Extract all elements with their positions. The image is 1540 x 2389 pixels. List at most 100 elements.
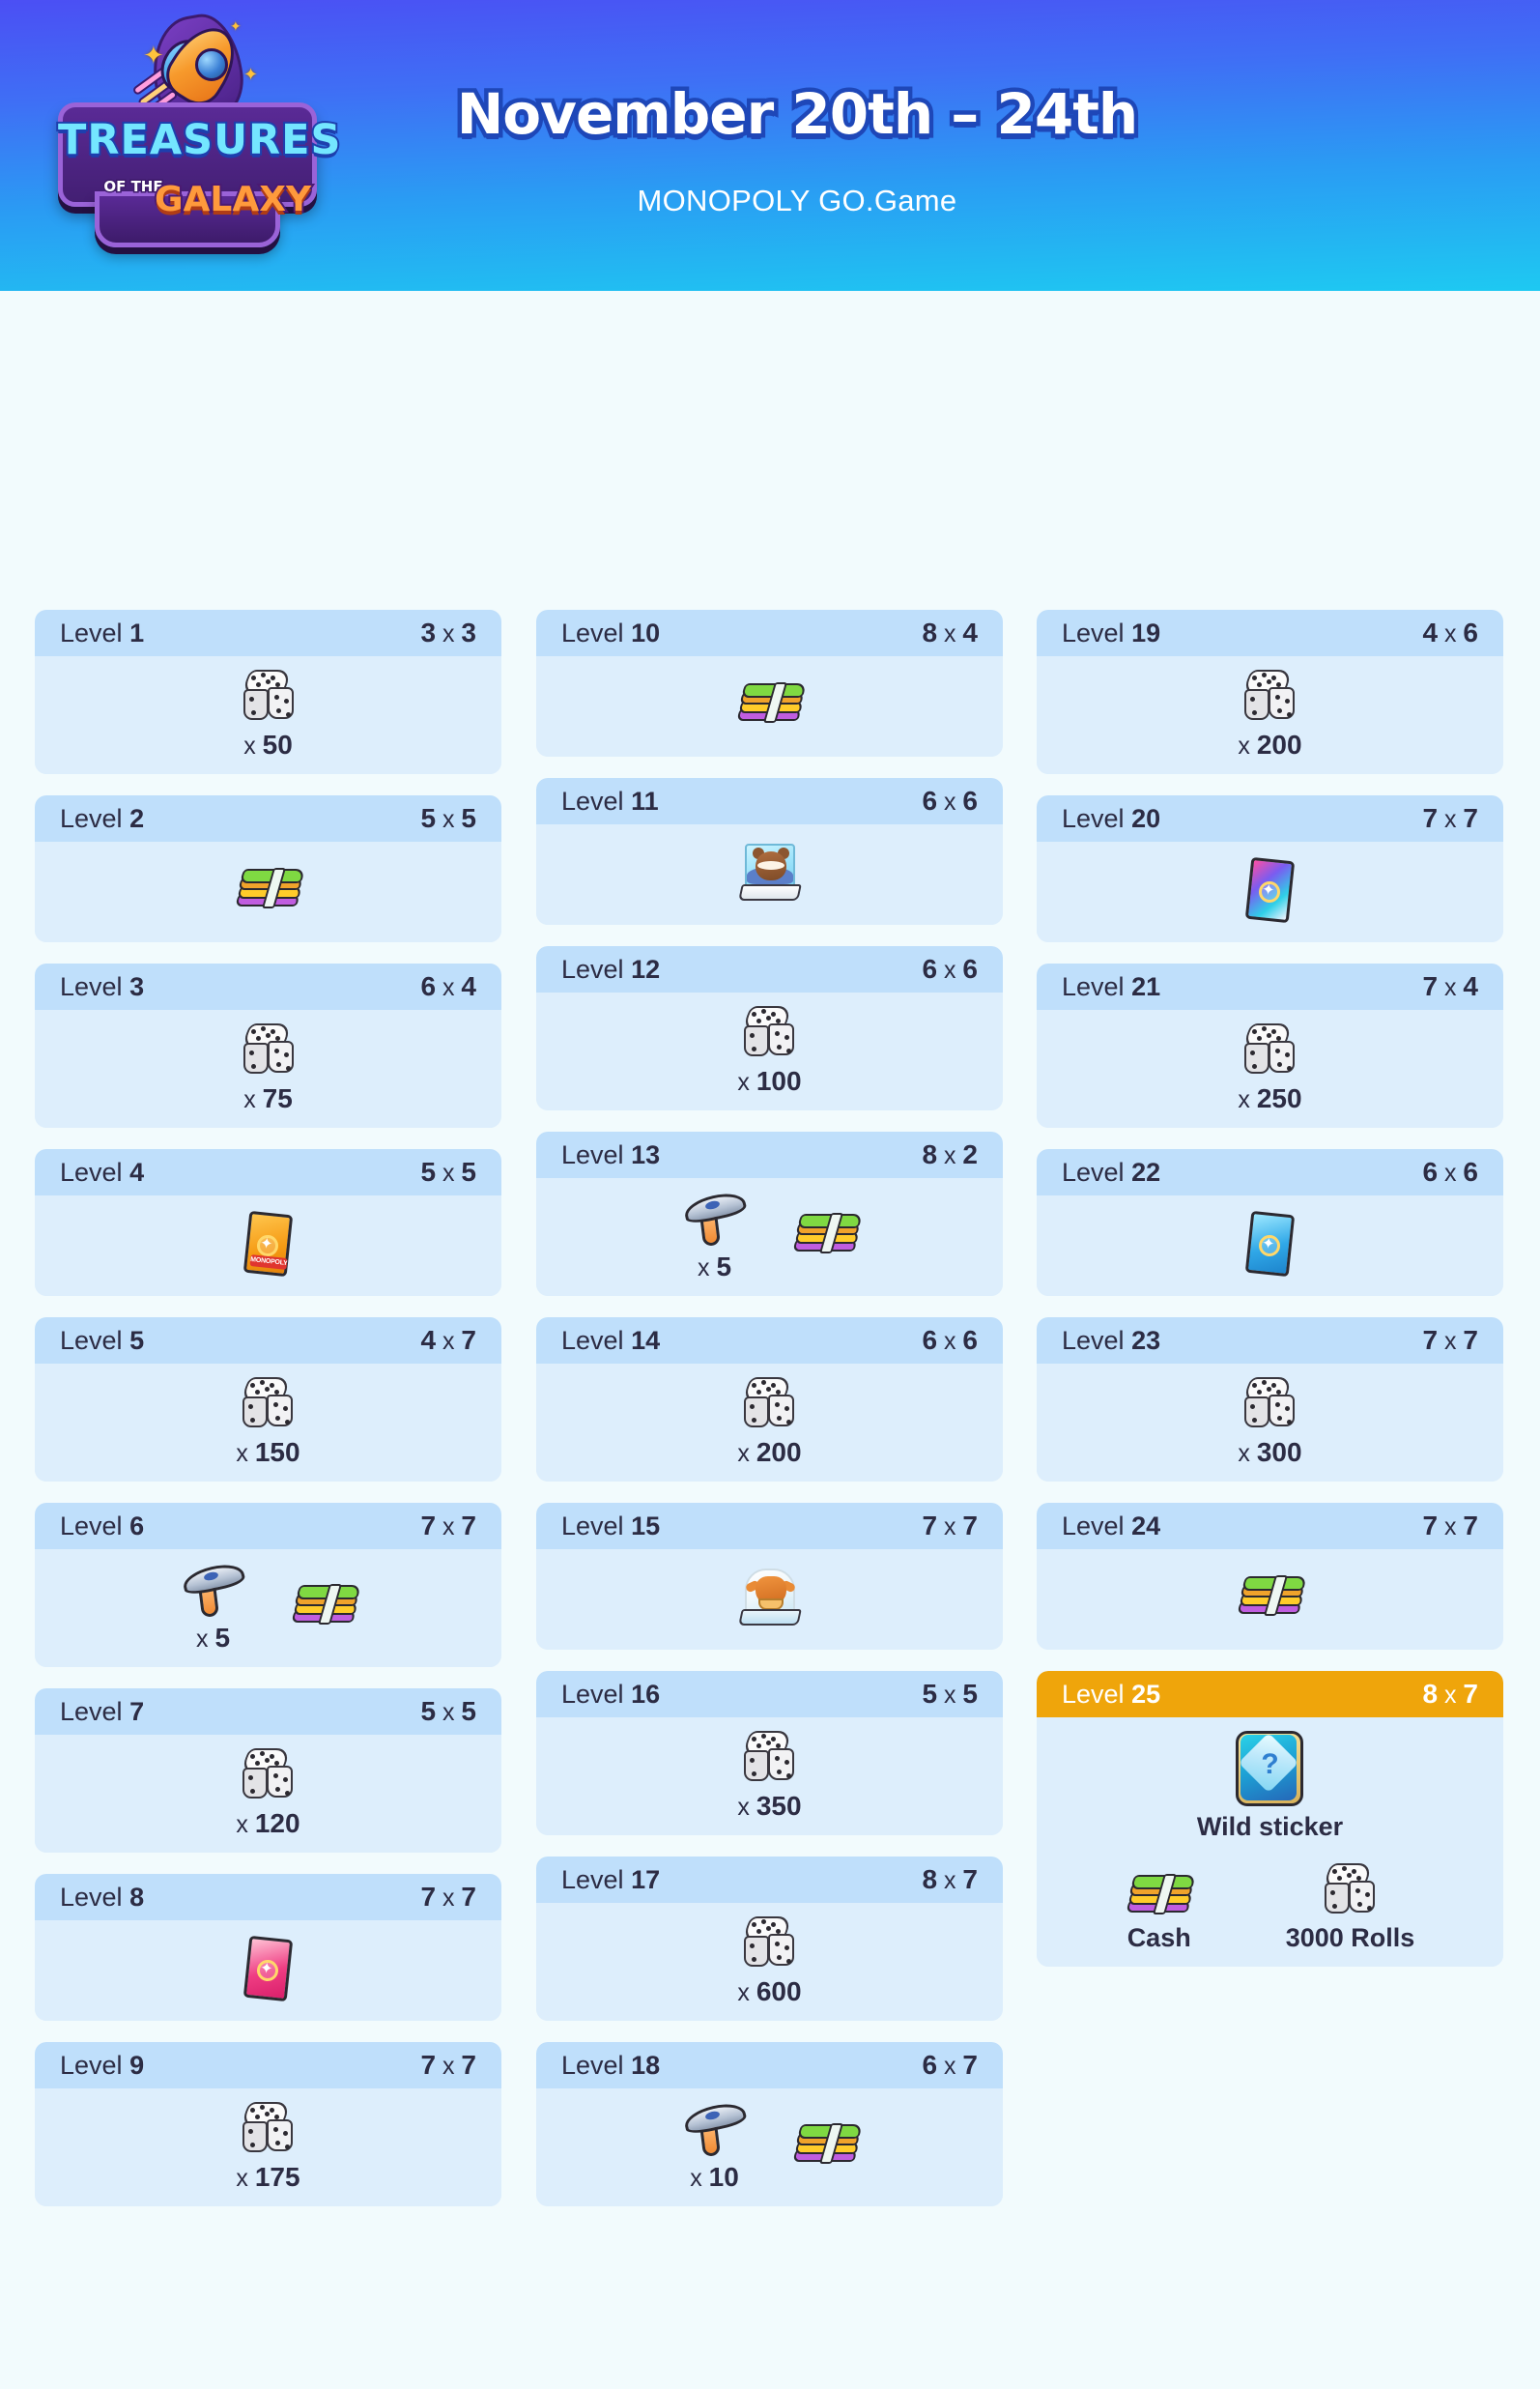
cash-icon — [234, 867, 305, 915]
level-card[interactable]: Level 22 6 x 6 ✦ — [1037, 1149, 1503, 1296]
level-number: 1 — [129, 618, 145, 648]
level-number: 10 — [631, 618, 661, 648]
level-card[interactable]: Level 16 5 x 5 x 350 — [536, 1671, 1003, 1835]
reward-item: x 300 — [1238, 1375, 1302, 1468]
sticker-pack-blue-icon: ✦ — [1243, 1210, 1298, 1280]
multiplier-a: 5 — [420, 1157, 437, 1187]
reward-row: x 75 — [238, 1022, 299, 1114]
level-card-body: ✦ MONOPOLY — [35, 1195, 501, 1296]
level-label: Level 22 — [1062, 1157, 1161, 1187]
cash-icon — [1236, 1574, 1307, 1623]
multiplier-label: 7 x 7 — [1422, 803, 1478, 833]
reward-item: x 75 — [238, 1022, 299, 1114]
reward-item: Cash — [1125, 1873, 1197, 1953]
level-card[interactable]: Level 24 7 x 7 — [1037, 1503, 1503, 1650]
reward-quantity: x 300 — [1238, 1437, 1301, 1468]
level-card[interactable]: Level 17 8 x 7 x 600 — [536, 1857, 1003, 2021]
level-card[interactable]: Level 5 4 x 7 x 150 — [35, 1317, 501, 1482]
reward-row — [737, 842, 802, 906]
multiplier-a: 8 — [922, 1864, 938, 1894]
level-label: Level 2 — [60, 803, 145, 833]
level-card[interactable]: Level 18 6 x 7 x 10 — [536, 2042, 1003, 2206]
level-label: Level 19 — [1062, 618, 1161, 648]
level-card[interactable]: Level 14 6 x 6 x 200 — [536, 1317, 1003, 1482]
level-card[interactable]: Level 1 3 x 3 x 50 — [35, 610, 501, 774]
level-card-header: Level 15 7 x 7 — [536, 1503, 1003, 1549]
level-card[interactable]: Level 19 4 x 6 x 200 — [1037, 610, 1503, 774]
reward-quantity-prefix: x — [243, 733, 256, 760]
reward-row: x 250 — [1238, 1022, 1302, 1114]
level-card[interactable]: Level 20 7 x 7 ✦ — [1037, 795, 1503, 942]
level-card-header: Level 22 6 x 6 — [1037, 1149, 1503, 1195]
level-card[interactable]: Level 7 5 x 5 x 120 — [35, 1688, 501, 1853]
level-number: 14 — [631, 1325, 661, 1355]
multiplier-label: 5 x 5 — [420, 1157, 476, 1187]
reward-quantity-prefix: x — [236, 1440, 248, 1467]
reward-quantity: x 10 — [690, 2162, 739, 2193]
level-label: Level 14 — [561, 1325, 661, 1355]
reward-quantity: x 200 — [737, 1437, 801, 1468]
multiplier-b: 7 — [1463, 1679, 1478, 1709]
multiplier-a: 5 — [420, 803, 437, 833]
level-card-body: x 350 — [536, 1717, 1003, 1835]
level-label: Level 23 — [1062, 1325, 1161, 1355]
level-card[interactable]: Level 9 7 x 7 x 175 — [35, 2042, 501, 2206]
reward-row: x 50 — [238, 668, 299, 761]
level-card[interactable]: Level 2 5 x 5 — [35, 795, 501, 942]
level-card[interactable]: Level 25 8 x 7? Wild sticker Cash 3000 Rolls — [1037, 1671, 1503, 1967]
level-card-body: x 5 — [536, 1178, 1003, 1296]
level-label: Level 7 — [60, 1696, 145, 1726]
level-number: 2 — [129, 803, 145, 833]
level-card-header: Level 13 8 x 2 — [536, 1132, 1003, 1178]
multiplier-label: 7 x 7 — [420, 1511, 476, 1540]
level-label: Level 13 — [561, 1139, 661, 1169]
level-number: 13 — [631, 1139, 661, 1169]
multiplier-b: 5 — [962, 1679, 978, 1709]
level-card[interactable]: Level 8 7 x 7 ✦ — [35, 1874, 501, 2021]
reward-item: x 350 — [737, 1729, 802, 1822]
multiplier-a: 7 — [420, 2050, 437, 2080]
level-card[interactable]: Level 21 7 x 4 x 250 — [1037, 964, 1503, 1128]
level-card-body: x 75 — [35, 1010, 501, 1128]
treasures-of-the-galaxy-logo: ✦ ✦ ✦ TREASURES OF THE GALAXY — [56, 8, 342, 247]
reward-row: x 200 — [1238, 668, 1302, 761]
multiplier-a: 6 — [1422, 1157, 1439, 1187]
level-card[interactable]: Level 12 6 x 6 x 100 — [536, 946, 1003, 1110]
multiplier-b: 7 — [461, 1325, 476, 1355]
dice-icon — [1239, 1022, 1300, 1081]
level-label: Level 9 — [60, 2050, 145, 2080]
level-card[interactable]: Level 13 8 x 2 x 5 — [536, 1132, 1003, 1296]
sparkle-icon: ✦ — [243, 65, 259, 84]
level-card-header: Level 8 7 x 7 — [35, 1874, 501, 1920]
level-card-body: x 600 — [536, 1903, 1003, 2021]
level-card[interactable]: Level 6 7 x 7 x 5 — [35, 1503, 501, 1667]
level-card[interactable]: Level 23 7 x 7 x 300 — [1037, 1317, 1503, 1482]
level-card[interactable]: Level 11 6 x 6 — [536, 778, 1003, 925]
level-card-body: x 100 — [536, 993, 1003, 1110]
multiplier-a: 5 — [922, 1679, 938, 1709]
reward-quantity-value: 200 — [1256, 730, 1302, 760]
raccoon-sticker-icon — [737, 842, 802, 906]
reward-row: ✦ MONOPOLY — [242, 1210, 296, 1280]
level-card[interactable]: Level 15 7 x 7 — [536, 1503, 1003, 1650]
level-card[interactable]: Level 3 6 x 4 x 75 — [35, 964, 501, 1128]
reward-row: ✦ — [1243, 856, 1298, 926]
level-card-header: Level 14 6 x 6 — [536, 1317, 1003, 1364]
reward-item — [791, 1212, 863, 1260]
reward-item: ✦ MONOPOLY — [242, 1210, 296, 1280]
level-card[interactable]: Level 4 5 x 5 ✦ MONOPOLY — [35, 1149, 501, 1296]
level-number: 6 — [129, 1511, 145, 1540]
multiplier-b: 4 — [461, 971, 476, 1001]
multiplier-label: 8 x 7 — [922, 1864, 978, 1894]
multiplier-a: 6 — [922, 954, 938, 984]
reward-row: x 10 — [680, 2099, 863, 2193]
dice-icon — [738, 1375, 800, 1435]
level-card[interactable]: Level 10 8 x 4 — [536, 610, 1003, 757]
reward-quantity: x 150 — [236, 1437, 299, 1468]
sticker-pack-rainbow-icon: ✦ — [1243, 856, 1298, 926]
multiplier-b: 3 — [461, 618, 476, 648]
reward-quantity-value: 200 — [756, 1437, 802, 1467]
level-number: 5 — [129, 1325, 145, 1355]
multiplier-label: 4 x 7 — [420, 1325, 476, 1355]
reward-item: x 50 — [238, 668, 299, 761]
